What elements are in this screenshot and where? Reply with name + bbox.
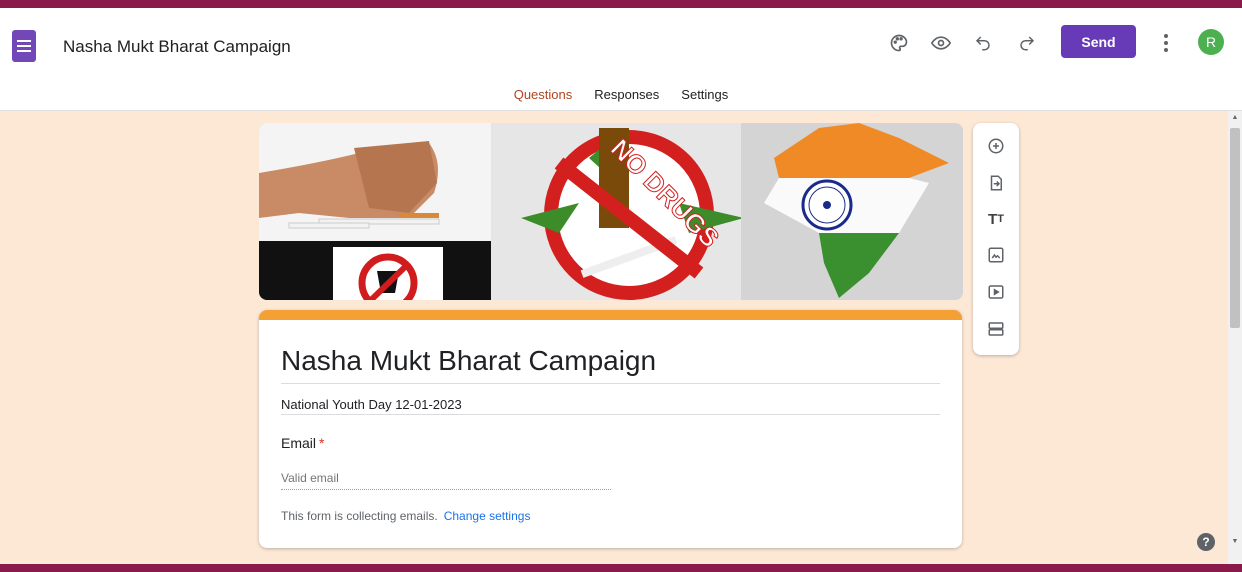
required-asterisk: * [319, 435, 325, 451]
redo-icon[interactable] [1014, 30, 1040, 56]
add-question-icon[interactable] [984, 134, 1008, 158]
scrollbar-thumb[interactable] [1230, 128, 1240, 328]
preview-eye-icon[interactable] [928, 30, 954, 56]
document-title[interactable]: Nasha Mukt Bharat Campaign [63, 37, 291, 57]
email-field[interactable] [281, 466, 611, 490]
email-label-text: Email [281, 435, 317, 451]
add-section-icon[interactable] [984, 317, 1008, 341]
tab-settings[interactable]: Settings [681, 87, 728, 111]
change-settings-link[interactable]: Change settings [444, 509, 531, 523]
app-header: Nasha Mukt Bharat Campaign Send R Questi… [0, 8, 1242, 111]
undo-icon[interactable] [970, 30, 996, 56]
form-description[interactable]: National Youth Day 12-01-2023 [281, 397, 462, 412]
forms-logo-icon[interactable] [12, 30, 36, 62]
palette-icon[interactable] [886, 30, 912, 56]
form-title[interactable]: Nasha Mukt Bharat Campaign [281, 345, 656, 377]
more-vert-icon[interactable] [1153, 30, 1179, 56]
tab-responses[interactable]: Responses [594, 87, 659, 111]
send-button[interactable]: Send [1061, 25, 1136, 58]
email-question-label: Email * [281, 435, 324, 451]
form-header-card: Nasha Mukt Bharat Campaign National Yout… [259, 310, 962, 548]
divider [281, 414, 940, 415]
divider [281, 383, 940, 384]
floating-toolbar: TT [973, 123, 1019, 355]
email-collection-notice: This form is collecting emails. Change se… [281, 509, 530, 523]
form-tabs: Questions Responses Settings [0, 87, 1242, 111]
import-questions-icon[interactable] [984, 171, 1008, 195]
card-accent-bar [259, 310, 962, 320]
add-video-icon[interactable] [984, 280, 1008, 304]
add-title-icon[interactable]: TT [984, 207, 1008, 231]
add-image-icon[interactable] [984, 243, 1008, 267]
scroll-up-arrow[interactable]: ▲ [1230, 114, 1240, 124]
scroll-down-arrow[interactable]: ▼ [1230, 538, 1240, 548]
window-bottom-border [0, 564, 1242, 572]
collect-notice-text: This form is collecting emails. [281, 509, 438, 523]
avatar[interactable]: R [1198, 29, 1224, 55]
window-top-border [0, 0, 1242, 8]
help-icon[interactable]: ? [1197, 533, 1215, 551]
header-banner-image: NO DRUGS [259, 123, 963, 300]
tab-questions[interactable]: Questions [514, 87, 573, 111]
